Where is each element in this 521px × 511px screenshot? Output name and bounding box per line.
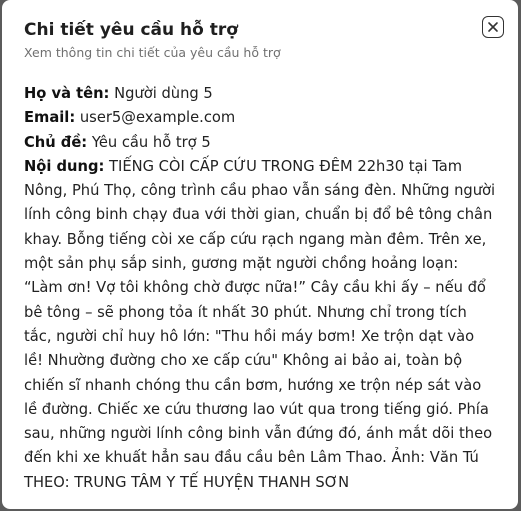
close-button[interactable] [482, 16, 504, 38]
content-label: Nội dung: [24, 157, 105, 175]
name-value: Người dùng 5 [114, 85, 213, 102]
subject-label: Chủ đề: [24, 133, 88, 151]
dialog-title: Chi tiết yêu cầu hỗ trợ [24, 20, 238, 40]
dialog-header: Chi tiết yêu cầu hỗ trợ Xem thông tin ch… [24, 16, 504, 62]
email-row: Email: user5@example.com [24, 106, 496, 130]
content-row: Nội dung: TIẾNG CÒI CẤP CỨU TRONG ĐÊM 22… [24, 155, 496, 495]
content-value: TIẾNG CÒI CẤP CỨU TRONG ĐÊM 22h30 tại Ta… [24, 157, 496, 491]
name-label: Họ và tên: [24, 85, 110, 102]
request-details: Họ và tên: Người dùng 5 Email: user5@exa… [24, 82, 496, 495]
dialog-subtitle: Xem thông tin chi tiết của yêu cầu hỗ tr… [24, 45, 281, 60]
subject-value: Yêu cầu hỗ trợ 5 [91, 133, 211, 151]
email-value: user5@example.com [79, 109, 236, 127]
close-icon [488, 22, 498, 32]
name-row: Họ và tên: Người dùng 5 [24, 82, 496, 106]
email-label: Email: [24, 109, 76, 127]
subject-row: Chủ đề: Yêu cầu hỗ trợ 5 [24, 131, 496, 155]
support-request-dialog: Chi tiết yêu cầu hỗ trợ Xem thông tin ch… [2, 0, 518, 509]
